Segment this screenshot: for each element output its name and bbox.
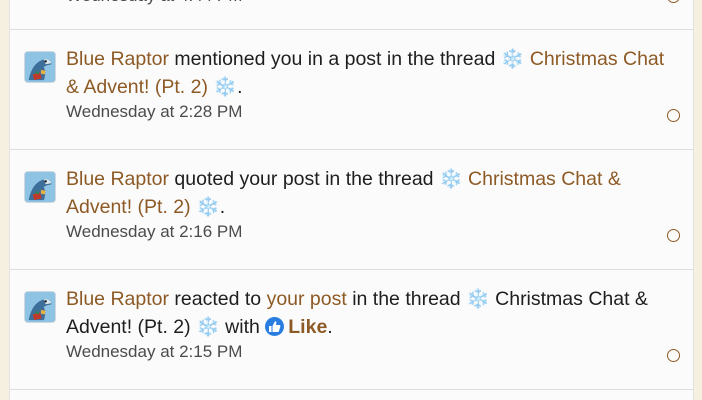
alert-end: . [327, 316, 333, 338]
mark-read-icon[interactable] [667, 229, 680, 242]
avatar[interactable] [24, 51, 56, 83]
alert-item: Blue Raptor reacted to your post in the … [10, 270, 693, 390]
alert-text: mentioned you in a post in the thread [174, 48, 496, 70]
alert-item: Wednesday at 4:44 PM [10, 0, 693, 30]
reaction-like-label: Like [288, 316, 328, 338]
alert-text: quoted your post in the thread [174, 168, 434, 190]
snowflake-icon: ❄️ [500, 48, 525, 70]
alert-item: Blue Raptor quoted your post in the thre… [10, 150, 693, 270]
alert-time[interactable]: Wednesday at 2:16 PM [66, 220, 666, 244]
alert-end: . [219, 196, 226, 218]
thumbs-up-icon [265, 317, 285, 336]
snowflake-icon: ❄️ [438, 168, 463, 190]
alerts-list: Wednesday at 4:44 PM Blue Raptor mention… [9, 0, 694, 400]
alert-text: reacted to [174, 288, 262, 310]
snowflake-icon: ❄️ [466, 288, 490, 310]
alert-with: with [225, 316, 260, 338]
alert-time: Wednesday at 4:44 PM [66, 0, 242, 8]
post-link[interactable]: your post [267, 288, 347, 310]
mark-read-icon[interactable] [667, 0, 680, 3]
alert-content: Blue Raptor reacted to your post in the … [66, 285, 666, 364]
user-link[interactable]: Blue Raptor [66, 48, 169, 70]
snowflake-icon: ❄️ [196, 316, 220, 338]
mark-read-icon[interactable] [667, 349, 680, 362]
mark-read-icon[interactable] [667, 109, 680, 122]
alert-time[interactable]: Wednesday at 2:28 PM [66, 100, 666, 124]
alert-text-mid: in the thread [352, 288, 461, 310]
user-link[interactable]: Blue Raptor [66, 168, 169, 190]
alert-content: Blue Raptor mentioned you in a post in t… [66, 45, 666, 124]
avatar[interactable] [24, 291, 56, 323]
blue-raptor-avatar-icon [25, 172, 55, 202]
alert-end: . [237, 76, 243, 98]
user-link[interactable]: Blue Raptor [66, 288, 169, 310]
alert-content: Blue Raptor quoted your post in the thre… [66, 165, 666, 244]
snowflake-icon: ❄️ [196, 196, 220, 218]
blue-raptor-avatar-icon [25, 292, 55, 322]
avatar[interactable] [24, 171, 56, 203]
alert-item: Blue Raptor mentioned you in a post in t… [10, 30, 693, 150]
blue-raptor-avatar-icon [25, 52, 55, 82]
alert-time[interactable]: Wednesday at 2:15 PM [66, 340, 666, 364]
snowflake-icon: ❄️ [213, 76, 238, 98]
